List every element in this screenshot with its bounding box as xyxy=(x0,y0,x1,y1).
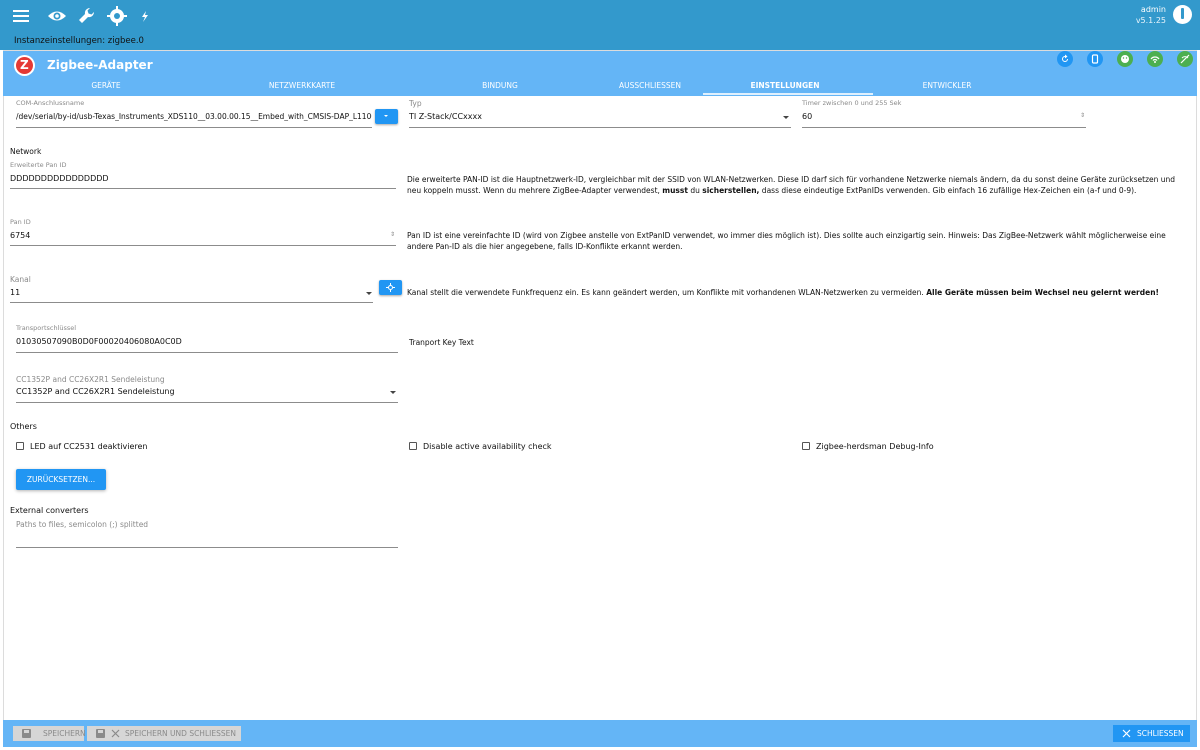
tab-devices[interactable]: GERÄTE xyxy=(51,81,161,90)
tab-binding[interactable]: BINDUNG xyxy=(445,81,555,90)
caret-down-icon xyxy=(390,391,396,394)
debug-checkbox-label: Zigbee-herdsman Debug-Info xyxy=(816,442,934,451)
availability-checkbox-label: Disable active availability check xyxy=(423,442,552,451)
save-icon xyxy=(22,729,31,738)
version-label: v5.1.25 xyxy=(1135,16,1166,25)
channel-scan-button[interactable] xyxy=(379,280,402,295)
pan-id-label: Pan ID xyxy=(10,218,31,226)
user-info: admin v5.1.25 xyxy=(1136,4,1166,26)
led-checkbox-label: LED auf CC2531 deaktivieren xyxy=(30,442,148,451)
transport-key-label: Transportschlüssel xyxy=(16,324,77,332)
close-label: SCHLIESSEN xyxy=(1137,729,1184,738)
tab-bar: GERÄTE NETZWERKKARTE BINDUNG AUSSCHLIESS… xyxy=(3,78,1197,96)
com-port-dropdown-button[interactable] xyxy=(375,109,398,124)
com-port-input[interactable]: /dev/serial/by-id/usb-Texas_Instruments_… xyxy=(16,112,372,121)
type-select[interactable]: TI Z-Stack/CCxxxx xyxy=(409,112,482,121)
debug-checkbox[interactable] xyxy=(802,442,810,450)
close-button[interactable]: SCHLIESSEN xyxy=(1113,725,1190,742)
timer-input[interactable]: 60 xyxy=(802,112,812,121)
wrench-icon[interactable] xyxy=(76,5,98,27)
caret-down-icon xyxy=(783,116,789,119)
tab-exclude[interactable]: AUSSCHLIESSEN xyxy=(595,81,705,90)
adapter-title: Zigbee-Adapter xyxy=(47,58,153,72)
availability-checkbox[interactable] xyxy=(409,442,417,450)
network-heading: Network xyxy=(10,147,42,156)
close-icon xyxy=(111,729,120,738)
channel-description: Kanal stellt die verwendete Funkfrequenz… xyxy=(407,288,1159,297)
com-port-label: COM-Anschlussname xyxy=(16,99,85,107)
spinner-icon[interactable]: ⇕ xyxy=(1080,112,1085,119)
save-label: SPEICHERN xyxy=(43,729,86,738)
active-tab-indicator xyxy=(703,93,873,95)
channel-select[interactable]: 11 xyxy=(10,288,20,297)
caret-down-icon xyxy=(384,115,388,117)
tab-settings[interactable]: EINSTELLUNGEN xyxy=(730,81,840,90)
reset-button[interactable]: ZURÜCKSETZEN... xyxy=(16,469,106,490)
caret-down-icon xyxy=(366,292,372,295)
zigbee-logo: Z xyxy=(14,55,35,76)
spinner-icon[interactable]: ⇕ xyxy=(390,231,395,238)
save-and-close-label: SPEICHERN UND SCHLIESSEN xyxy=(125,729,236,738)
logout-icon[interactable] xyxy=(1173,5,1192,24)
power-select[interactable]: CC1352P and CC26X2R1 Sendeleistung xyxy=(16,387,175,396)
tab-network-map[interactable]: NETZWERKKARTE xyxy=(247,81,357,90)
dialog-frame xyxy=(3,50,1197,747)
refresh-icon[interactable] xyxy=(1057,51,1073,67)
bolt-icon[interactable] xyxy=(134,5,156,27)
ext-pan-id-label: Erweiterte Pan ID xyxy=(10,161,67,169)
wifi-icon[interactable] xyxy=(1147,51,1163,67)
transport-key-input[interactable]: 01030507090B0D0F00020406080A0C0D xyxy=(16,337,182,346)
ext-pan-id-input[interactable]: DDDDDDDDDDDDDDDD xyxy=(10,174,109,183)
top-toolbar: admin v5.1.25 xyxy=(0,0,1200,32)
led-checkbox[interactable] xyxy=(16,442,24,450)
converters-input[interactable]: Paths to files, semicolon (;) splitted xyxy=(16,520,148,529)
dialog-footer: SPEICHERN SPEICHERN UND SCHLIESSEN SCHLI… xyxy=(3,720,1197,747)
adapter-header: Z Zigbee-Adapter GERÄTE NETZWERKKARTE BI… xyxy=(3,51,1197,96)
save-and-close-button[interactable]: SPEICHERN UND SCHLIESSEN xyxy=(87,726,241,741)
username: admin xyxy=(1140,5,1166,14)
type-label: Typ xyxy=(409,99,422,108)
phone-icon[interactable] xyxy=(1087,51,1103,67)
ext-pan-id-description: Die erweiterte PAN-ID ist die Hauptnetzw… xyxy=(407,175,1176,195)
channel-label: Kanal xyxy=(10,275,31,284)
menu-icon[interactable] xyxy=(10,5,32,27)
pan-id-description: Pan ID ist eine vereinfachte ID (wird vo… xyxy=(407,231,1166,251)
power-label: CC1352P and CC26X2R1 Sendeleistung xyxy=(16,375,165,384)
others-heading: Others xyxy=(10,422,37,431)
close-icon xyxy=(1122,729,1131,738)
eye-icon[interactable] xyxy=(46,5,68,27)
instance-title: Instanzeinstellungen: zigbee.0 xyxy=(14,36,144,46)
smiley-icon[interactable] xyxy=(1117,51,1133,67)
transport-key-description: Tranport Key Text xyxy=(409,338,474,347)
converters-heading: External converters xyxy=(10,506,89,515)
tab-developer[interactable]: ENTWICKLER xyxy=(892,81,1002,90)
pan-id-input[interactable]: 6754 xyxy=(10,231,30,240)
network-off-icon[interactable] xyxy=(1177,51,1193,67)
save-icon xyxy=(96,729,105,738)
instance-bar: Instanzeinstellungen: zigbee.0 xyxy=(0,32,1200,50)
save-button[interactable]: SPEICHERN xyxy=(13,726,86,741)
timer-label: Timer zwischen 0 und 255 Sek xyxy=(802,99,902,107)
settings-gear-icon[interactable] xyxy=(106,5,128,27)
target-icon xyxy=(386,283,395,292)
